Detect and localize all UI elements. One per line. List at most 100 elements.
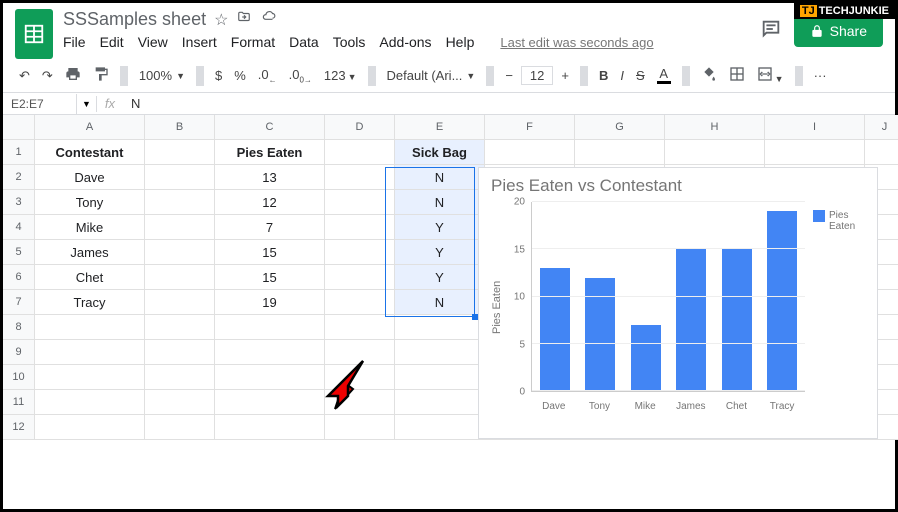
cell[interactable]: [145, 365, 215, 390]
cell[interactable]: [35, 340, 145, 365]
row-header[interactable]: 5: [3, 240, 35, 265]
cell[interactable]: [325, 265, 395, 290]
cell[interactable]: James: [35, 240, 145, 265]
cell[interactable]: [145, 315, 215, 340]
name-box-dropdown[interactable]: ▼: [77, 96, 97, 112]
last-edit-link[interactable]: Last edit was seconds ago: [500, 35, 653, 50]
col-header[interactable]: C: [215, 115, 325, 140]
cell[interactable]: [35, 315, 145, 340]
row-header[interactable]: 1: [3, 140, 35, 165]
cell[interactable]: [145, 265, 215, 290]
cell[interactable]: [145, 165, 215, 190]
cell[interactable]: Pies Eaten: [215, 140, 325, 165]
row-header[interactable]: 12: [3, 415, 35, 440]
menu-help[interactable]: Help: [446, 34, 475, 50]
cell[interactable]: 15: [215, 265, 325, 290]
row-header[interactable]: 8: [3, 315, 35, 340]
cell[interactable]: Contestant: [35, 140, 145, 165]
menu-insert[interactable]: Insert: [182, 34, 217, 50]
row-header[interactable]: 6: [3, 265, 35, 290]
cell[interactable]: N: [395, 290, 485, 315]
cell[interactable]: Y: [395, 240, 485, 265]
cell[interactable]: N: [395, 165, 485, 190]
comments-icon[interactable]: [760, 18, 782, 45]
print-icon[interactable]: [61, 63, 85, 88]
cell[interactable]: 7: [215, 215, 325, 240]
row-header[interactable]: 7: [3, 290, 35, 315]
percent-button[interactable]: %: [230, 65, 250, 86]
corner-cell[interactable]: [3, 115, 35, 140]
col-header[interactable]: J: [865, 115, 898, 140]
cell[interactable]: N: [395, 190, 485, 215]
row-header[interactable]: 10: [3, 365, 35, 390]
col-header[interactable]: G: [575, 115, 665, 140]
undo-icon[interactable]: ↶: [15, 65, 34, 87]
cell[interactable]: [325, 215, 395, 240]
name-box[interactable]: E2:E7: [3, 94, 77, 114]
cell[interactable]: Y: [395, 215, 485, 240]
merge-button[interactable]: ▼: [753, 63, 788, 88]
cell[interactable]: 19: [215, 290, 325, 315]
cell[interactable]: [325, 315, 395, 340]
cell[interactable]: Chet: [35, 265, 145, 290]
cell[interactable]: [325, 190, 395, 215]
text-color-button[interactable]: A: [653, 64, 675, 87]
menu-file[interactable]: File: [63, 34, 86, 50]
col-header[interactable]: A: [35, 115, 145, 140]
cell[interactable]: [395, 390, 485, 415]
star-icon[interactable]: ☆: [214, 10, 228, 30]
chart[interactable]: Pies Eaten vs Contestant Pies Eaten Pies…: [478, 167, 878, 439]
row-header[interactable]: 9: [3, 340, 35, 365]
cell[interactable]: [35, 365, 145, 390]
cell[interactable]: [575, 140, 665, 165]
cell[interactable]: Dave: [35, 165, 145, 190]
cell[interactable]: [485, 140, 575, 165]
cell[interactable]: 13: [215, 165, 325, 190]
cell[interactable]: [665, 140, 765, 165]
col-header[interactable]: D: [325, 115, 395, 140]
cell[interactable]: [215, 340, 325, 365]
row-header[interactable]: 11: [3, 390, 35, 415]
redo-icon[interactable]: ↷: [38, 65, 57, 87]
col-header[interactable]: I: [765, 115, 865, 140]
move-icon[interactable]: [236, 10, 252, 29]
cell[interactable]: [215, 390, 325, 415]
cell[interactable]: Sick Bag: [395, 140, 485, 165]
share-button[interactable]: Share: [794, 15, 883, 47]
fill-color-button[interactable]: [697, 63, 721, 88]
cell[interactable]: [215, 315, 325, 340]
cell[interactable]: [145, 390, 215, 415]
font-selector[interactable]: Default (Ari...▼: [383, 65, 480, 86]
row-header[interactable]: 4: [3, 215, 35, 240]
bar[interactable]: [767, 211, 797, 391]
cell[interactable]: [145, 340, 215, 365]
cell[interactable]: [765, 140, 865, 165]
cell[interactable]: [215, 415, 325, 440]
menu-tools[interactable]: Tools: [333, 34, 366, 50]
cell[interactable]: [215, 365, 325, 390]
cell[interactable]: 15: [215, 240, 325, 265]
bar[interactable]: [676, 249, 706, 391]
menu-addons[interactable]: Add-ons: [379, 34, 431, 50]
cell[interactable]: [325, 240, 395, 265]
col-header[interactable]: E: [395, 115, 485, 140]
cell[interactable]: [35, 415, 145, 440]
font-size-input[interactable]: 12: [521, 66, 553, 85]
cell[interactable]: [325, 165, 395, 190]
cell[interactable]: [145, 290, 215, 315]
currency-button[interactable]: $: [211, 65, 226, 86]
formula-input[interactable]: N: [123, 93, 148, 114]
bar[interactable]: [540, 268, 570, 391]
strikethrough-button[interactable]: S: [632, 65, 649, 86]
menu-view[interactable]: View: [138, 34, 168, 50]
cell[interactable]: Y: [395, 265, 485, 290]
bar[interactable]: [631, 325, 661, 391]
cell[interactable]: [145, 190, 215, 215]
paint-format-icon[interactable]: [89, 63, 113, 88]
increase-decimal-button[interactable]: .00→: [285, 64, 316, 88]
doc-title[interactable]: SSSamples sheet: [63, 9, 206, 30]
cell[interactable]: [395, 415, 485, 440]
more-button[interactable]: ···: [810, 65, 831, 86]
cell[interactable]: [325, 290, 395, 315]
cell[interactable]: [395, 340, 485, 365]
